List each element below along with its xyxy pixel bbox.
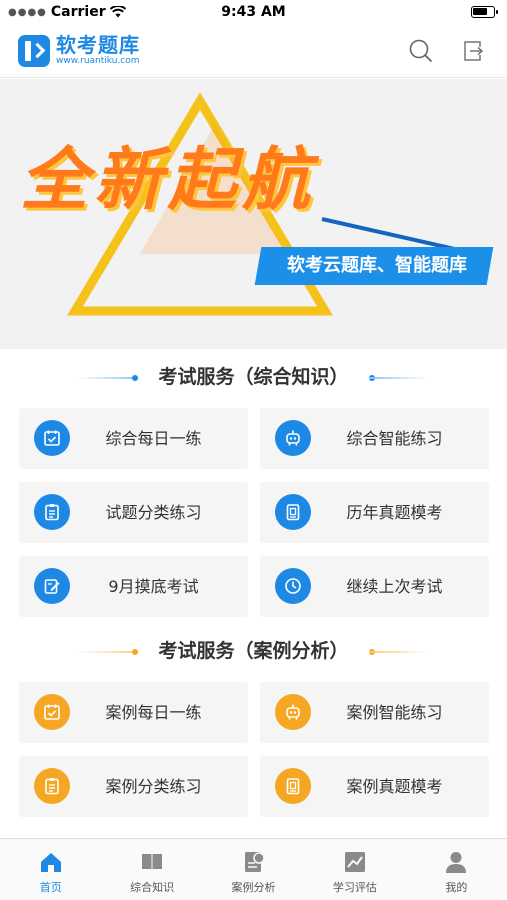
tab-home[interactable]: 首页 bbox=[0, 839, 101, 900]
tile-label: 试题分类练习 bbox=[105, 503, 202, 522]
tab-profile[interactable]: 我的 bbox=[406, 839, 507, 900]
tile-case-daily-practice[interactable]: 案例每日一练 bbox=[19, 682, 248, 743]
tile-general-smart-practice[interactable]: 综合智能练习 bbox=[260, 408, 489, 469]
document-icon bbox=[275, 768, 311, 804]
promo-banner[interactable]: 全新起航 软考云题库、智能题库 bbox=[0, 79, 507, 349]
tile-case-smart-practice[interactable]: 案例智能练习 bbox=[260, 682, 489, 743]
tile-label: 案例真题模考 bbox=[346, 777, 443, 796]
home-icon bbox=[40, 853, 61, 872]
document-icon bbox=[275, 494, 311, 530]
tab-label: 首页 bbox=[39, 881, 62, 894]
banner-subtitle: 软考云题库、智能题库 bbox=[287, 255, 467, 276]
tab-label: 综合知识 bbox=[130, 881, 175, 894]
clipboard-list-icon bbox=[34, 494, 70, 530]
tile-general-daily-practice[interactable]: 综合每日一练 bbox=[19, 408, 248, 469]
section-title-text: 考试服务（案例分析） bbox=[158, 640, 349, 662]
tab-label: 学习评估 bbox=[332, 881, 377, 894]
tile-category-practice[interactable]: 试题分类练习 bbox=[19, 482, 248, 543]
section-title-case: 考试服务（案例分析） bbox=[0, 636, 507, 666]
tile-resume-exam[interactable]: 继续上次考试 bbox=[260, 556, 489, 617]
tile-label: 案例分类练习 bbox=[105, 777, 202, 796]
robot-icon bbox=[275, 420, 311, 456]
app-logo: 软考题库 www.ruantiku.com bbox=[18, 34, 140, 67]
bottom-tab-bar: 首页 综合知识 案例分析 学习评估 我的 bbox=[0, 838, 507, 900]
battery-icon bbox=[471, 6, 498, 18]
app-url: www.ruantiku.com bbox=[56, 56, 140, 66]
book-icon bbox=[142, 854, 163, 871]
tile-past-exams[interactable]: 历年真题模考 bbox=[260, 482, 489, 543]
calendar-check-icon bbox=[34, 694, 70, 730]
tile-mock-exam[interactable]: 9月摸底考试 bbox=[19, 556, 248, 617]
app-screen: ●●●● Carrier 9:43 AM 软考题库 www.ruantiku.c… bbox=[0, 0, 507, 900]
edit-icon bbox=[34, 568, 70, 604]
chart-icon bbox=[344, 852, 365, 872]
logout-icon bbox=[464, 41, 484, 61]
tab-label: 我的 bbox=[445, 881, 468, 894]
banner-headline: 全新起航 bbox=[20, 141, 317, 220]
calendar-check-icon bbox=[34, 420, 70, 456]
tile-label: 案例智能练习 bbox=[346, 703, 443, 722]
search-button[interactable] bbox=[408, 38, 434, 64]
search-icon bbox=[409, 39, 432, 62]
robot-icon bbox=[275, 694, 311, 730]
status-bar: ●●●● Carrier 9:43 AM bbox=[0, 0, 507, 26]
tile-label: 继续上次考试 bbox=[346, 577, 443, 596]
tile-case-category-practice[interactable]: 案例分类练习 bbox=[19, 756, 248, 817]
report-icon bbox=[244, 852, 265, 872]
app-name: 软考题库 bbox=[56, 33, 140, 57]
clipboard-list-icon bbox=[34, 768, 70, 804]
tab-general-knowledge[interactable]: 综合知识 bbox=[101, 839, 202, 900]
tile-label: 历年真题模考 bbox=[346, 503, 443, 522]
tile-label: 9月摸底考试 bbox=[108, 577, 199, 596]
logo-mark-icon bbox=[18, 34, 50, 67]
section-title-text: 考试服务（综合知识） bbox=[158, 366, 349, 388]
tile-label: 综合智能练习 bbox=[346, 429, 443, 448]
logout-button[interactable] bbox=[460, 38, 486, 64]
clock-time: 9:43 AM bbox=[221, 4, 286, 20]
tab-label: 案例分析 bbox=[231, 881, 276, 894]
tile-label: 综合每日一练 bbox=[105, 429, 202, 448]
tab-case-analysis[interactable]: 案例分析 bbox=[203, 839, 304, 900]
section-title-general: 考试服务（综合知识） bbox=[0, 362, 507, 392]
user-icon bbox=[446, 852, 467, 873]
app-header: 软考题库 www.ruantiku.com bbox=[0, 26, 507, 78]
tab-learning-assessment[interactable]: 学习评估 bbox=[304, 839, 405, 900]
tile-case-past-exams[interactable]: 案例真题模考 bbox=[260, 756, 489, 817]
clock-icon bbox=[275, 568, 311, 604]
tile-label: 案例每日一练 bbox=[105, 703, 202, 722]
